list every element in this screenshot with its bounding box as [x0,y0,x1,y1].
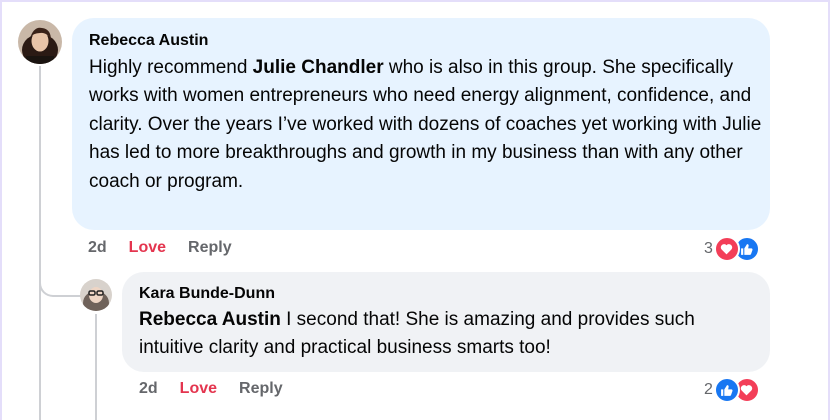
avatar-rebecca-image [18,20,62,64]
reaction-count: 3 [704,240,713,257]
reply-actions: 2d Love Reply [139,380,283,398]
thread-line-reply [95,314,97,420]
thread-line-main [39,66,41,420]
reply-reactions[interactable]: 2 [704,377,760,403]
reaction-count: 2 [704,381,713,398]
comment-bubble: Rebecca Austin Highly recommend Julie Ch… [72,18,770,230]
avatar-kara-image [80,279,112,311]
frame-top-border [0,0,830,2]
comment-text-before: Highly recommend [89,57,253,78]
mention-julie-chandler[interactable]: Julie Chandler [253,57,384,78]
love-button[interactable]: Love [129,239,166,257]
reply-timestamp[interactable]: 2d [139,380,158,398]
avatar[interactable] [80,279,112,311]
reply-text: Rebecca Austin I second that! She is ama… [139,306,759,363]
comment-author[interactable]: Rebecca Austin [89,31,208,51]
mention-rebecca-austin[interactable]: Rebecca Austin [139,309,281,330]
reply-button[interactable]: Reply [188,239,232,257]
comment-reactions[interactable]: 3 [704,236,760,262]
comment-timestamp[interactable]: 2d [88,239,107,257]
reply-button[interactable]: Reply [239,380,283,398]
reply-author[interactable]: Kara Bunde-Dunn [139,284,275,304]
avatar[interactable] [18,20,62,64]
frame-left-border [0,0,2,420]
reply-bubble: Kara Bunde-Dunn Rebecca Austin I second … [122,272,770,372]
like-icon [713,377,740,403]
thread-elbow [39,264,81,297]
love-button[interactable]: Love [180,380,217,398]
comment-actions: 2d Love Reply [88,239,232,257]
heart-icon [713,236,740,262]
comment-text: Highly recommend Julie Chandler who is a… [89,54,764,196]
